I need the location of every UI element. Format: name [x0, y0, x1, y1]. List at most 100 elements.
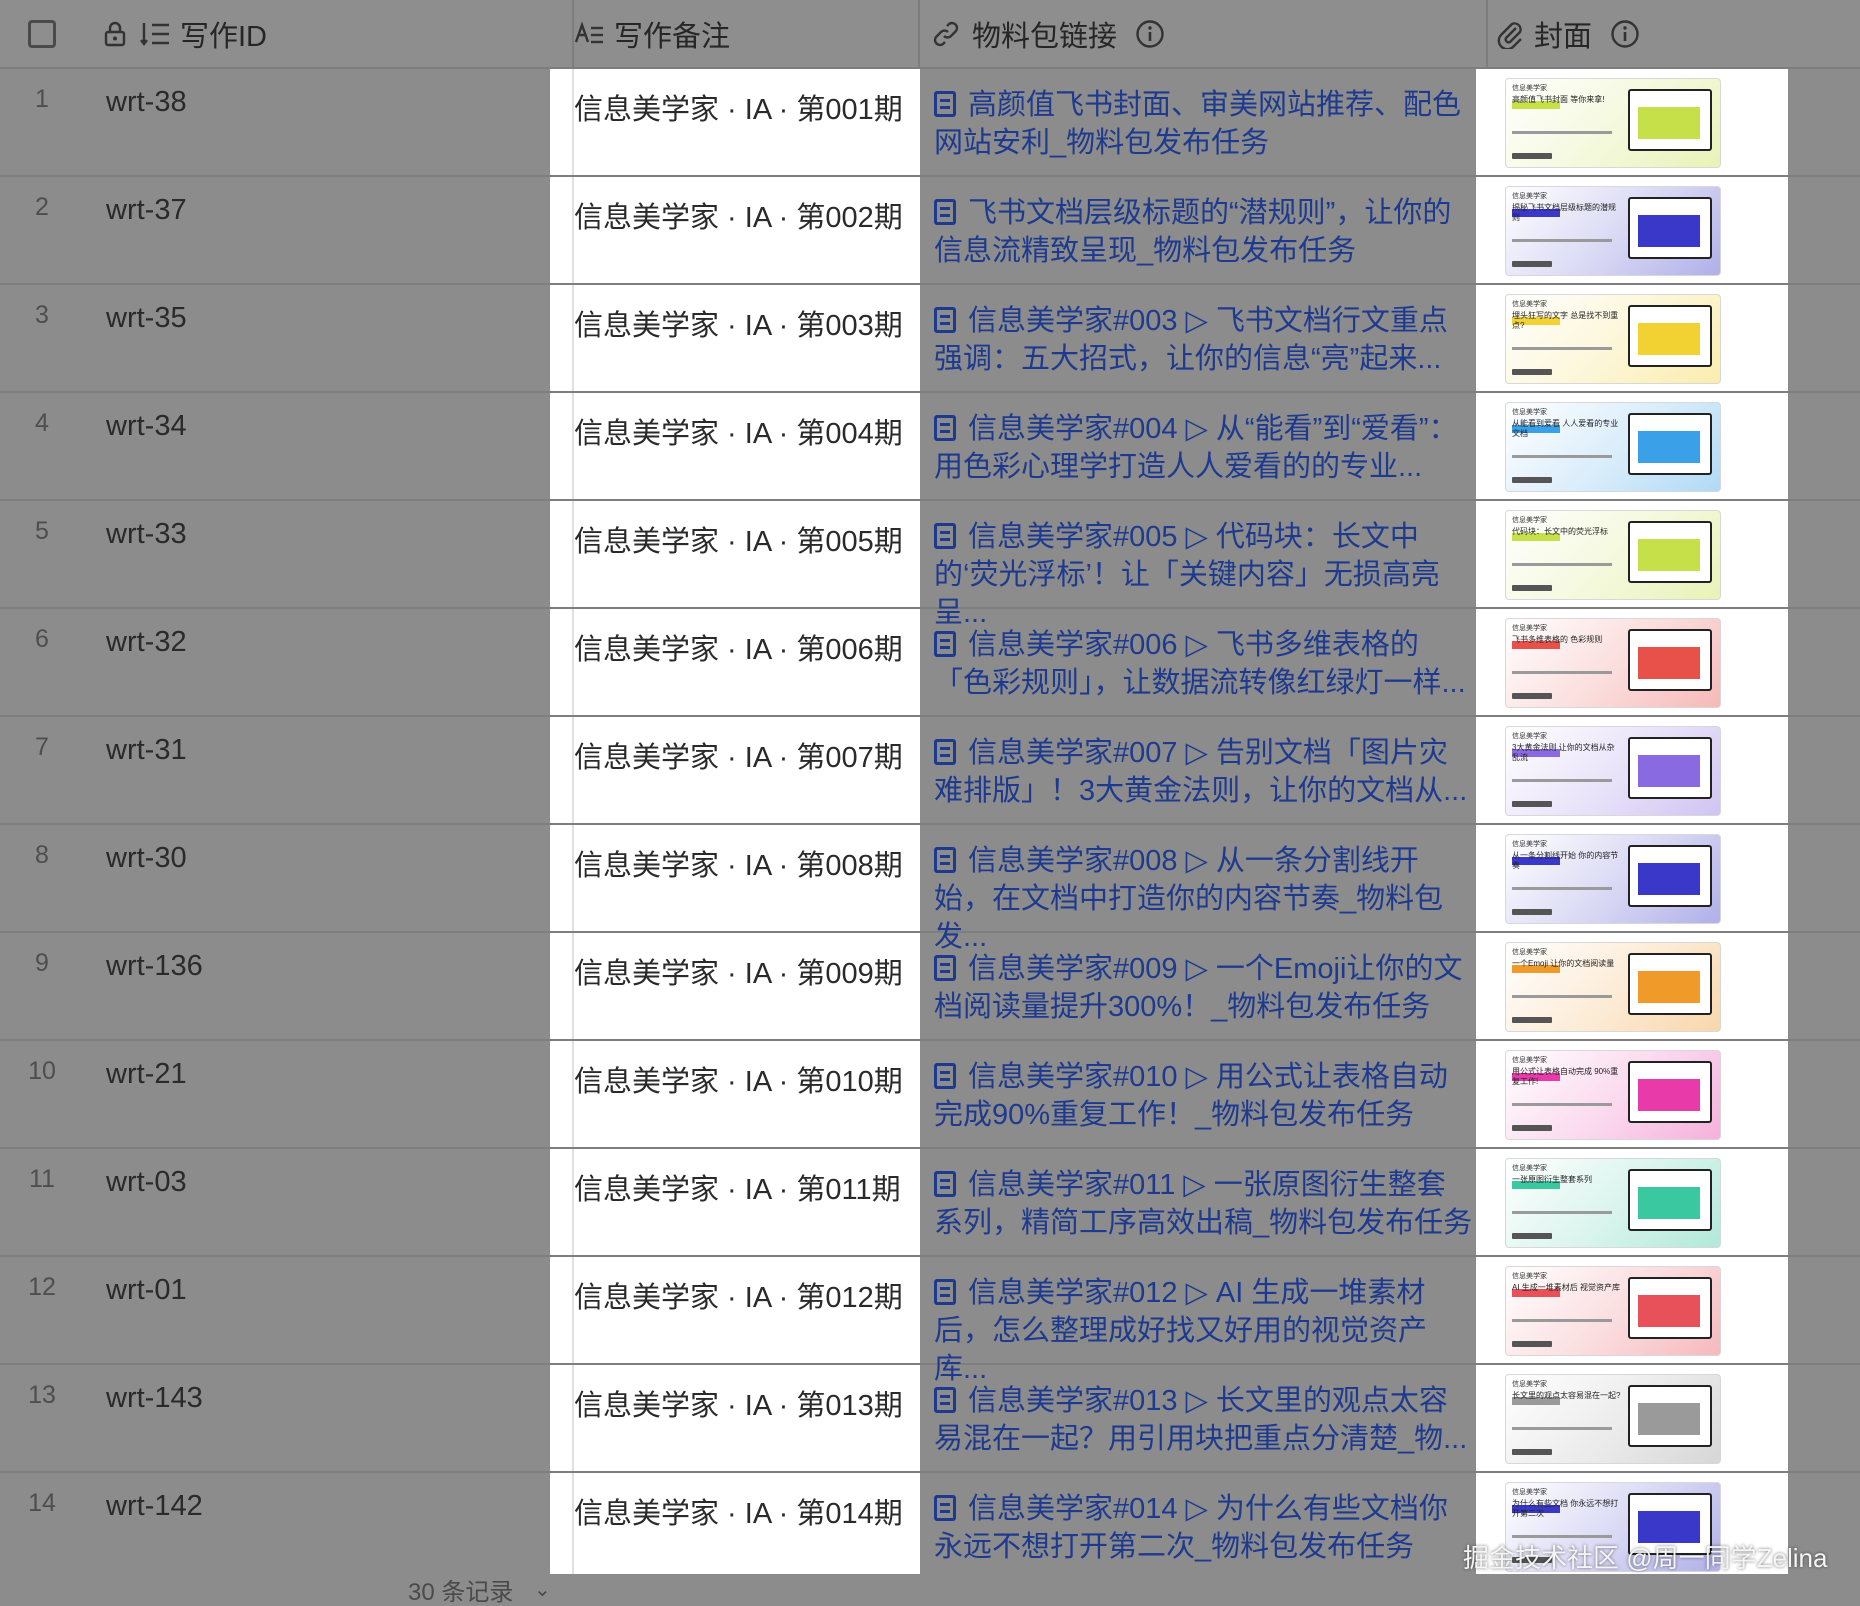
cover-text-line	[1512, 131, 1612, 134]
cell-writing-id[interactable]: wrt-01	[106, 1274, 187, 1307]
cell-material-link[interactable]: 信息美学家#011 ▷ 一张原图衍生整套系列，精简工序高效出稿_物料包发布任务	[934, 1166, 1474, 1242]
table-row[interactable]: 7 wrt-31 信息美学家 · IA · 第007期 信息美学家#007 ▷ 告别文…	[0, 717, 1860, 825]
material-link-text[interactable]: 高颜值飞书封面、审美网站推荐、配色网站安利_物料包发布任务	[934, 89, 1461, 159]
cell-writing-note[interactable]: 信息美学家 · IA · 第011期	[574, 1166, 901, 1208]
cover-card	[1628, 737, 1712, 799]
chevron-down-icon[interactable]: ⌄	[534, 1577, 551, 1602]
table-row[interactable]: 11 wrt-03 信息美学家 · IA · 第011期 信息美学家#011 ▷ 一张…	[0, 1149, 1860, 1257]
cover-title: 飞书多维表格的 色彩规则	[1512, 635, 1603, 644]
cover-thumbnail[interactable]: 信息美学家 AI 生成一堆素材后 视觉资产库	[1505, 1266, 1721, 1356]
cell-writing-note[interactable]: 信息美学家 · IA · 第010期	[574, 1058, 903, 1100]
table-row[interactable]: 1 wrt-38 信息美学家 · IA · 第001期 高颜值飞书封面、审美网站推荐、…	[0, 69, 1860, 177]
cover-thumbnail[interactable]: 信息美学家 用公式让表格自动完成 90%重复工作!	[1505, 1050, 1721, 1140]
cell-writing-id[interactable]: wrt-136	[106, 950, 203, 983]
cell-writing-id[interactable]: wrt-21	[106, 1058, 187, 1091]
cell-writing-id[interactable]: wrt-31	[106, 734, 187, 767]
material-link-text[interactable]: 信息美学家#014 ▷ 为什么有些文档你永远不想打开第二次_物料包发布任务	[934, 1493, 1448, 1563]
cell-material-link[interactable]: 飞书文档层级标题的“潜规则”，让你的信息流精致呈现_物料包发布任务	[934, 194, 1474, 270]
header-note[interactable]: 写作备注	[574, 0, 730, 67]
material-link-text[interactable]: 信息美学家#006 ▷ 飞书多维表格的「色彩规则」，让数据流转像红绿灯一样...	[934, 629, 1466, 699]
table-row[interactable]: 6 wrt-32 信息美学家 · IA · 第006期 信息美学家#006 ▷ 飞书多…	[0, 609, 1860, 717]
header-link[interactable]: 物料包链接	[932, 0, 1165, 67]
link-icon	[933, 21, 959, 46]
material-link-text[interactable]: 信息美学家#011 ▷ 一张原图衍生整套系列，精简工序高效出稿_物料包发布任务	[934, 1169, 1472, 1239]
cover-card-inner	[1638, 323, 1700, 355]
material-link-text[interactable]: 信息美学家#004 ▷ 从“能看”到“爱看”：用色彩心理学打造人人爱看的的专业.…	[934, 413, 1458, 483]
cell-material-link[interactable]: 信息美学家#007 ▷ 告别文档「图片灾难排版」！3大黄金法则，让你的文档从..…	[934, 734, 1474, 810]
material-link-text[interactable]: 信息美学家#013 ▷ 长文里的观点太容易混在一起？用引用块把重点分清楚_物..…	[934, 1385, 1467, 1455]
cell-writing-note[interactable]: 信息美学家 · IA · 第005期	[574, 518, 903, 560]
cover-title: AI 生成一堆素材后 视觉资产库	[1512, 1283, 1621, 1292]
info-icon[interactable]	[1135, 19, 1165, 49]
cell-writing-note[interactable]: 信息美学家 · IA · 第008期	[574, 842, 903, 884]
table-row[interactable]: 8 wrt-30 信息美学家 · IA · 第008期 信息美学家#008 ▷ 从一条…	[0, 825, 1860, 953]
cell-writing-note[interactable]: 信息美学家 · IA · 第004期	[574, 410, 903, 452]
cell-writing-note[interactable]: 信息美学家 · IA · 第003期	[574, 302, 903, 344]
cover-thumbnail[interactable]: 信息美学家 一张原图衍生整套系列	[1505, 1158, 1721, 1248]
column-divider[interactable]	[918, 0, 920, 69]
cell-material-link[interactable]: 信息美学家#006 ▷ 飞书多维表格的「色彩规则」，让数据流转像红绿灯一样...	[934, 626, 1474, 702]
table-row[interactable]: 2 wrt-37 信息美学家 · IA · 第002期 飞书文档层级标题的“潜规则”，…	[0, 177, 1860, 285]
cell-writing-id[interactable]: wrt-37	[106, 194, 187, 227]
cell-material-link[interactable]: 信息美学家#014 ▷ 为什么有些文档你永远不想打开第二次_物料包发布任务	[934, 1490, 1474, 1566]
cell-material-link[interactable]: 信息美学家#010 ▷ 用公式让表格自动完成90%重复工作！_物料包发布任务	[934, 1058, 1474, 1134]
cover-thumbnail[interactable]: 信息美学家 一个Emoji 让你的文档阅读量	[1505, 942, 1721, 1032]
document-icon	[934, 1279, 956, 1305]
column-divider[interactable]	[1486, 0, 1488, 69]
cell-writing-id[interactable]: wrt-33	[106, 518, 187, 551]
cell-writing-id[interactable]: wrt-32	[106, 626, 187, 659]
cell-writing-id[interactable]: wrt-38	[106, 86, 187, 119]
table-row[interactable]: 4 wrt-34 信息美学家 · IA · 第004期 信息美学家#004 ▷ 从“能…	[0, 393, 1860, 501]
material-link-text[interactable]: 飞书文档层级标题的“潜规则”，让你的信息流精致呈现_物料包发布任务	[934, 197, 1451, 267]
material-link-text[interactable]: 信息美学家#003 ▷ 飞书文档行文重点强调：五大招式，让你的信息“亮”起来..…	[934, 305, 1448, 375]
table-row[interactable]: 9 wrt-136 信息美学家 · IA · 第009期 信息美学家#009 ▷ 一个…	[0, 933, 1860, 1041]
cell-material-link[interactable]: 高颜值飞书封面、审美网站推荐、配色网站安利_物料包发布任务	[934, 86, 1474, 162]
cover-thumbnail[interactable]: 信息美学家 高颜值飞书封面 等你来拿!	[1505, 78, 1721, 168]
cover-card-inner	[1638, 215, 1700, 247]
cover-button	[1512, 1233, 1552, 1239]
info-icon[interactable]	[1610, 19, 1640, 49]
cover-thumbnail[interactable]: 信息美学家 从一条分割线开始 你的内容节奏	[1505, 834, 1721, 924]
table-row[interactable]: 12 wrt-01 信息美学家 · IA · 第012期 信息美学家#012 ▷ AI…	[0, 1257, 1860, 1385]
cell-writing-note[interactable]: 信息美学家 · IA · 第012期	[574, 1274, 903, 1316]
cell-writing-id[interactable]: wrt-03	[106, 1166, 187, 1199]
cell-writing-note[interactable]: 信息美学家 · IA · 第013期	[574, 1382, 903, 1424]
header-id[interactable]: 写作ID	[104, 0, 267, 67]
cover-thumbnail[interactable]: 信息美学家 从能看到爱看 人人爱看的专业文档	[1505, 402, 1721, 492]
cell-material-link[interactable]: 信息美学家#004 ▷ 从“能看”到“爱看”：用色彩心理学打造人人爱看的的专业.…	[934, 410, 1474, 486]
cover-thumbnail[interactable]: 信息美学家 代码块：长文中的荧光浮标	[1505, 510, 1721, 600]
table-row[interactable]: 3 wrt-35 信息美学家 · IA · 第003期 信息美学家#003 ▷ 飞书文…	[0, 285, 1860, 393]
cell-writing-note[interactable]: 信息美学家 · IA · 第006期	[574, 626, 903, 668]
table-row[interactable]: 10 wrt-21 信息美学家 · IA · 第010期 信息美学家#010 ▷ 用公…	[0, 1041, 1860, 1149]
cover-card-inner	[1638, 755, 1700, 787]
cover-thumbnail[interactable]: 信息美学家 3大黄金法则 让你的文档从杂乱流	[1505, 726, 1721, 816]
material-link-text[interactable]: 信息美学家#010 ▷ 用公式让表格自动完成90%重复工作！_物料包发布任务	[934, 1061, 1448, 1131]
cell-writing-note[interactable]: 信息美学家 · IA · 第009期	[574, 950, 903, 992]
record-count[interactable]: 30 条记录	[408, 1572, 513, 1606]
cell-material-link[interactable]: 信息美学家#003 ▷ 飞书文档行文重点强调：五大招式，让你的信息“亮”起来..…	[934, 302, 1474, 378]
cell-material-link[interactable]: 信息美学家#009 ▷ 一个Emoji让你的文档阅读量提升300%！_物料包发布…	[934, 950, 1474, 1026]
table-row[interactable]: 5 wrt-33 信息美学家 · IA · 第005期 信息美学家#005 ▷ 代码块…	[0, 501, 1860, 629]
cover-card-inner	[1638, 431, 1700, 463]
cell-writing-id[interactable]: wrt-35	[106, 302, 187, 335]
material-link-text[interactable]: 信息美学家#009 ▷ 一个Emoji让你的文档阅读量提升300%！_物料包发布…	[934, 953, 1462, 1023]
header-cover[interactable]: 封面	[1496, 0, 1640, 67]
cell-writing-id[interactable]: wrt-143	[106, 1382, 203, 1415]
cover-button	[1512, 801, 1552, 807]
table-row[interactable]: 13 wrt-143 信息美学家 · IA · 第013期 信息美学家#013 ▷ 长…	[0, 1365, 1860, 1473]
cell-writing-note[interactable]: 信息美学家 · IA · 第007期	[574, 734, 903, 776]
material-link-text[interactable]: 信息美学家#007 ▷ 告别文档「图片灾难排版」！3大黄金法则，让你的文档从..…	[934, 737, 1467, 807]
select-all-checkbox[interactable]	[28, 20, 56, 48]
cell-writing-id[interactable]: wrt-30	[106, 842, 187, 875]
cell-writing-note[interactable]: 信息美学家 · IA · 第014期	[574, 1490, 903, 1532]
cover-thumbnail[interactable]: 信息美学家 飞书多维表格的 色彩规则	[1505, 618, 1721, 708]
cover-thumbnail[interactable]: 信息美学家 埋头狂写的文字 总是找不到重点?	[1505, 294, 1721, 384]
cell-writing-note[interactable]: 信息美学家 · IA · 第002期	[574, 194, 903, 236]
cover-thumbnail[interactable]: 信息美学家 长文里的观点太容易混在一起?	[1505, 1374, 1721, 1464]
cell-writing-id[interactable]: wrt-142	[106, 1490, 203, 1523]
cell-writing-note[interactable]: 信息美学家 · IA · 第001期	[574, 86, 903, 128]
cell-material-link[interactable]: 信息美学家#013 ▷ 长文里的观点太容易混在一起？用引用块把重点分清楚_物..…	[934, 1382, 1474, 1458]
cover-card	[1628, 953, 1712, 1015]
cover-thumbnail[interactable]: 信息美学家 揭秘飞书文档层级标题的潜规则	[1505, 186, 1721, 276]
cell-writing-id[interactable]: wrt-34	[106, 410, 187, 443]
